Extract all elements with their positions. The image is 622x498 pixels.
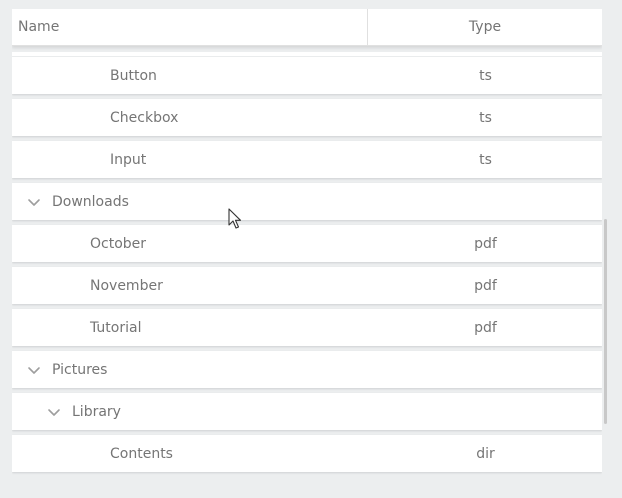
chevron-down-icon[interactable] bbox=[26, 362, 42, 378]
tree-row-name-cell: Downloads bbox=[12, 194, 369, 210]
tree-row[interactable]: November pdf bbox=[12, 267, 602, 304]
tree-row[interactable]: Contents dir bbox=[12, 435, 602, 472]
tree-row[interactable]: Checkbox ts bbox=[12, 99, 602, 136]
tree-row[interactable]: Input ts bbox=[12, 141, 602, 178]
tree-row-label: November bbox=[90, 277, 163, 294]
tree-row-label: Checkbox bbox=[110, 109, 179, 126]
tree-row-name-cell: Contents bbox=[12, 446, 369, 462]
chevron-down-icon[interactable] bbox=[46, 404, 62, 420]
tree-row-label: Tutorial bbox=[90, 319, 142, 336]
tree-rows: Button ts Checkbox ts Input ts Downloads Octobe… bbox=[12, 52, 602, 477]
tree-row[interactable]: Button ts bbox=[12, 57, 602, 94]
tree-row[interactable]: Downloads bbox=[12, 183, 602, 220]
tree-row-name-cell: Pictures bbox=[12, 362, 369, 378]
partial-row-above bbox=[12, 52, 602, 56]
tree-table: Name Type Button ts Checkbox ts Input ts Downl… bbox=[12, 9, 602, 490]
tree-row[interactable]: Pictures bbox=[12, 351, 602, 388]
tree-row-name-cell: Tutorial bbox=[12, 320, 369, 336]
vertical-scrollbar[interactable] bbox=[604, 219, 607, 424]
tree-row-type: pdf bbox=[474, 235, 497, 252]
tree-row-label: October bbox=[90, 235, 147, 252]
tree-row-label: Button bbox=[110, 67, 157, 84]
column-header-name[interactable]: Name bbox=[12, 9, 368, 45]
tree-row-name-cell: Input bbox=[12, 152, 369, 168]
tree-row-label: Pictures bbox=[52, 361, 108, 378]
tree-row-type: ts bbox=[479, 109, 492, 126]
chevron-down-icon[interactable] bbox=[26, 194, 42, 210]
tree-row-label: Downloads bbox=[52, 193, 129, 210]
tree-row-name-cell: Button bbox=[12, 68, 369, 84]
tree-row[interactable]: October pdf bbox=[12, 225, 602, 262]
tree-row-label: Library bbox=[72, 403, 121, 420]
tree-row-type: dir bbox=[476, 445, 495, 462]
tree-row-type: pdf bbox=[474, 277, 497, 294]
tree-row-name-cell: October bbox=[12, 236, 369, 252]
column-header-type[interactable]: Type bbox=[368, 9, 602, 45]
tree-row-label: Contents bbox=[110, 445, 173, 462]
table-header: Name Type bbox=[12, 9, 602, 46]
tree-row-type: ts bbox=[479, 67, 492, 84]
tree-row-name-cell: November bbox=[12, 278, 369, 294]
tree-row-label: Input bbox=[110, 151, 147, 168]
tree-row-type: ts bbox=[479, 151, 492, 168]
mouse-pointer-icon bbox=[228, 208, 242, 229]
tree-row-name-cell: Checkbox bbox=[12, 110, 369, 126]
tree-row[interactable]: Library bbox=[12, 393, 602, 430]
tree-row[interactable]: Tutorial pdf bbox=[12, 309, 602, 346]
tree-row-type: pdf bbox=[474, 319, 497, 336]
tree-row-name-cell: Library bbox=[12, 404, 369, 420]
